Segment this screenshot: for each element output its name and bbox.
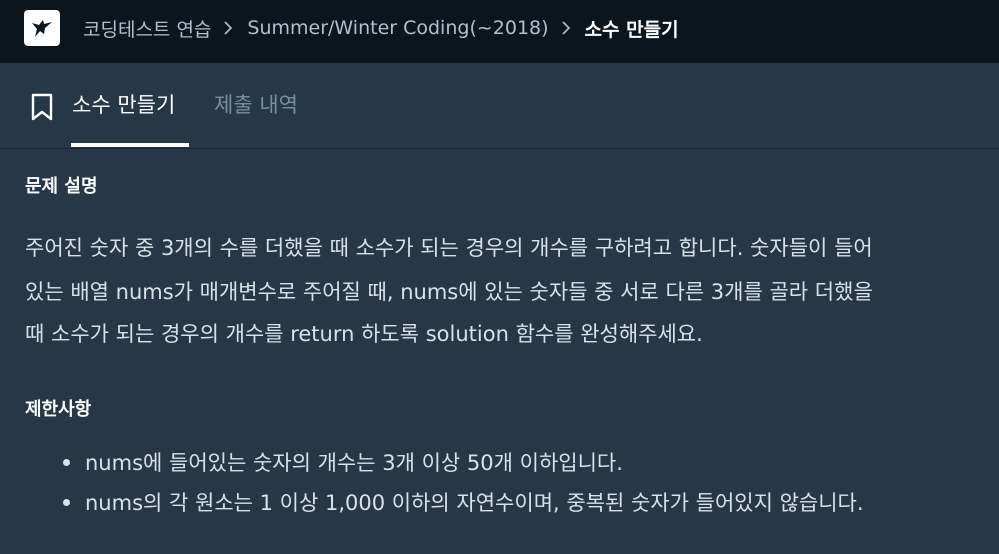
tab-submissions[interactable]: 제출 내역 [214, 89, 298, 119]
active-tab-indicator [71, 143, 189, 147]
constraints-list: nums에 들어있는 숫자의 개수는 3개 이상 50개 이하입니다. nums… [25, 443, 864, 523]
description-line-1: 주어진 숫자 중 3개의 수를 더했을 때 소수가 되는 경우의 개수를 구하려… [25, 236, 873, 260]
list-item: nums의 각 원소는 1 이상 1,000 이하의 자연수이며, 중복된 숫자… [25, 483, 864, 523]
breadcrumb-current-problem: 소수 만들기 [584, 18, 679, 41]
tab-problem[interactable]: 소수 만들기 [72, 89, 175, 119]
list-item: nums에 들어있는 숫자의 개수는 3개 이상 50개 이하입니다. [25, 443, 864, 483]
breadcrumb: 코딩테스트 연습 Summer/Winter Coding(~2018) 소수 … [83, 15, 679, 41]
chevron-right-icon [561, 20, 571, 36]
problem-tabs: 소수 만들기 제출 내역 [0, 63, 999, 149]
hummingbird-logo-icon[interactable] [24, 10, 60, 46]
constraints-title: 제한사항 [25, 399, 92, 420]
bookmark-icon[interactable] [30, 93, 54, 121]
breadcrumb-summer-winter-coding[interactable]: Summer/Winter Coding(~2018) [247, 17, 548, 39]
constraint-text: nums에 들어있는 숫자의 개수는 3개 이상 50개 이하입니다. [85, 451, 623, 475]
breadcrumb-coding-test[interactable]: 코딩테스트 연습 [83, 15, 211, 42]
bullet-icon [63, 499, 70, 506]
description-line-3: 때 소수가 되는 경우의 개수를 return 하도록 solution 함수를… [25, 322, 703, 346]
description-title: 문제 설명 [25, 176, 98, 197]
constraint-text: nums의 각 원소는 1 이상 1,000 이하의 자연수이며, 중복된 숫자… [85, 491, 864, 515]
bullet-icon [63, 459, 70, 466]
top-navigation-bar: 코딩테스트 연습 Summer/Winter Coding(~2018) 소수 … [0, 0, 999, 63]
description-line-2: 있는 배열 nums가 매개변수로 주어질 때, nums에 있는 숫자들 중 … [25, 280, 873, 304]
chevron-right-icon [223, 20, 233, 36]
